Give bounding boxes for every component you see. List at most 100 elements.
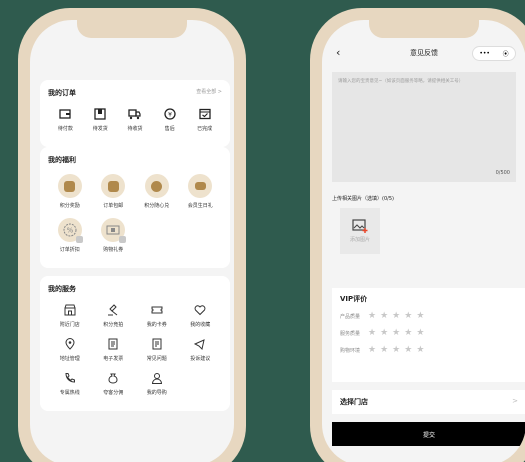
service-points-auction[interactable]: 积分竞拍 <box>92 303 136 328</box>
rating-label: 产品质量 <box>340 314 361 320</box>
benefit-points-exchange[interactable]: 积分随心兑 <box>135 174 179 209</box>
order-pending-ship-label: 待发货 <box>92 126 108 132</box>
my-benefits-title: 我的福利 <box>48 156 76 164</box>
star-rating[interactable]: ★ ★ ★ ★ ★ <box>368 346 424 355</box>
star-icon[interactable]: ★ <box>404 329 412 338</box>
store-icon <box>63 303 77 317</box>
service-commission[interactable]: 夸客分佣 <box>92 371 136 396</box>
service-points-auction-label: 积分竞拍 <box>103 322 124 328</box>
more-icon[interactable]: ••• <box>479 50 490 57</box>
service-address[interactable]: 地址管理 <box>48 337 92 362</box>
heart-icon <box>193 303 207 317</box>
service-e-invoice-label: 电子发票 <box>103 356 124 362</box>
my-orders-card: 我的订单 查看全部 > 待付款 待发货 待收货 ¥ 售后 已完成 <box>40 80 230 147</box>
order-completed[interactable]: 已完成 <box>187 107 222 141</box>
svg-text:¥: ¥ <box>168 112 172 119</box>
benefit-points-reward[interactable]: 积分奖励 <box>48 174 92 209</box>
star-icon[interactable]: ★ <box>368 329 376 338</box>
order-after-sales-label: 售后 <box>164 126 175 132</box>
service-my-guide[interactable]: 我的导购 <box>135 371 179 405</box>
service-address-label: 地址管理 <box>59 356 80 362</box>
star-icon[interactable]: ★ <box>404 312 412 321</box>
star-icon[interactable]: ★ <box>380 312 388 321</box>
service-hotline-label: 专属热线 <box>59 390 80 396</box>
service-my-guide-label: 我的导购 <box>146 390 167 396</box>
star-icon[interactable]: ★ <box>416 346 424 355</box>
order-pending-receive[interactable]: 待收货 <box>118 107 153 132</box>
star-icon[interactable]: ★ <box>392 346 400 355</box>
star-rating[interactable]: ★ ★ ★ ★ ★ <box>368 329 424 338</box>
service-complaint[interactable]: 投诉建议 <box>179 337 223 362</box>
points-reward-icon <box>57 174 82 198</box>
coupon-icon <box>101 218 127 243</box>
benefit-free-shipping[interactable]: 订单包邮 <box>92 174 136 209</box>
add-image-button[interactable]: 添加图片 <box>340 208 380 254</box>
service-nearby-store[interactable]: 附近门店 <box>48 303 92 328</box>
order-pending-payment[interactable]: 待付款 <box>48 107 83 132</box>
upload-label: 上传相关图片（选填）(0/5) <box>332 196 394 202</box>
benefit-order-discount[interactable]: % 订单折扣 <box>48 218 92 253</box>
service-e-invoice[interactable]: 电子发票 <box>92 337 136 362</box>
service-commission-label: 夸客分佣 <box>103 390 124 396</box>
add-image-icon <box>352 219 368 233</box>
service-faq[interactable]: 常见问题 <box>135 337 179 362</box>
phone-notch <box>77 20 187 38</box>
feedback-textarea[interactable]: 请输入您的宝贵意见~（如该页面服务等略，请提供相关工号） 0/500 <box>332 72 516 182</box>
my-services-title: 我的服务 <box>48 285 76 293</box>
star-icon[interactable]: ★ <box>416 329 424 338</box>
close-icon[interactable]: ⦿ <box>503 49 509 58</box>
star-icon[interactable]: ★ <box>368 312 376 321</box>
add-image-label: 添加图片 <box>349 237 370 243</box>
complaint-icon <box>193 337 207 351</box>
benefit-shopping-coupon-label: 购物礼券 <box>103 247 124 253</box>
select-store-label: 选择门店 <box>340 398 368 406</box>
star-icon[interactable]: ★ <box>392 329 400 338</box>
feedback-placeholder: 请输入您的宝贵意见~（如该页面服务等略，请提供相关工号） <box>338 79 464 84</box>
select-store-row[interactable]: 选择门店 > <box>332 390 525 414</box>
order-pending-receive-label: 待收货 <box>127 126 143 132</box>
service-nearby-store-label: 附近门店 <box>59 322 80 328</box>
my-benefits-card: 我的福利 积分奖励 订单包邮 积分随心兑 会员生日礼 % 订单折扣 购物礼券 <box>40 147 230 268</box>
star-icon[interactable]: ★ <box>404 346 412 355</box>
rating-label: 服务质量 <box>340 331 361 337</box>
phone-icon <box>63 371 77 385</box>
service-my-coupons[interactable]: 我的卡券 <box>135 303 179 328</box>
rating-row-environment: 购物环境 ★ ★ ★ ★ ★ <box>340 346 518 355</box>
submit-button[interactable]: 提交 <box>332 422 525 446</box>
service-my-coupons-label: 我的卡券 <box>146 322 167 328</box>
service-my-favorites[interactable]: 我的收藏 <box>179 303 223 328</box>
star-icon[interactable]: ★ <box>416 312 424 321</box>
star-rating[interactable]: ★ ★ ★ ★ ★ <box>368 312 424 321</box>
view-all-orders-link[interactable]: 查看全部 > <box>196 88 222 95</box>
benefit-shopping-coupon[interactable]: 购物礼券 <box>92 218 136 262</box>
discount-icon: % <box>57 218 83 243</box>
benefit-points-reward-label: 积分奖励 <box>59 203 80 209</box>
rating-row-service: 服务质量 ★ ★ ★ ★ ★ <box>340 329 518 338</box>
done-box-icon <box>198 107 212 121</box>
wallet-icon <box>58 107 72 121</box>
phone-right: ‹ 意见反馈 ••• ⦿ 请输入您的宝贵意见~（如该页面服务等略，请提供相关工号… <box>310 8 525 462</box>
free-shipping-icon <box>101 174 126 198</box>
order-after-sales[interactable]: ¥ 售后 <box>152 107 187 132</box>
star-icon[interactable]: ★ <box>392 312 400 321</box>
star-icon[interactable]: ★ <box>380 329 388 338</box>
invoice-icon <box>106 337 120 351</box>
service-faq-label: 常见问题 <box>146 356 167 362</box>
benefit-birthday-gift[interactable]: 会员生日礼 <box>179 174 223 209</box>
ticket-icon <box>150 303 164 317</box>
order-pending-ship[interactable]: 待发货 <box>83 107 118 132</box>
benefit-birthday-gift-label: 会员生日礼 <box>187 203 213 209</box>
member-center-screen: 我的订单 查看全部 > 待付款 待发货 待收货 ¥ 售后 已完成 我的福利 积分… <box>30 20 234 462</box>
points-exchange-icon <box>144 174 169 198</box>
package-icon <box>93 107 107 121</box>
feedback-screen: ‹ 意见反馈 ••• ⦿ 请输入您的宝贵意见~（如该页面服务等略，请提供相关工号… <box>322 20 525 462</box>
order-pending-payment-label: 待付款 <box>57 126 73 132</box>
chevron-right-icon: > <box>512 397 518 405</box>
service-hotline[interactable]: 专属热线 <box>48 371 92 396</box>
phone-notch <box>369 20 479 38</box>
star-icon[interactable]: ★ <box>368 346 376 355</box>
guide-icon <box>150 371 164 385</box>
service-my-favorites-label: 我的收藏 <box>190 322 211 328</box>
star-icon[interactable]: ★ <box>380 346 388 355</box>
auction-icon <box>106 303 120 317</box>
